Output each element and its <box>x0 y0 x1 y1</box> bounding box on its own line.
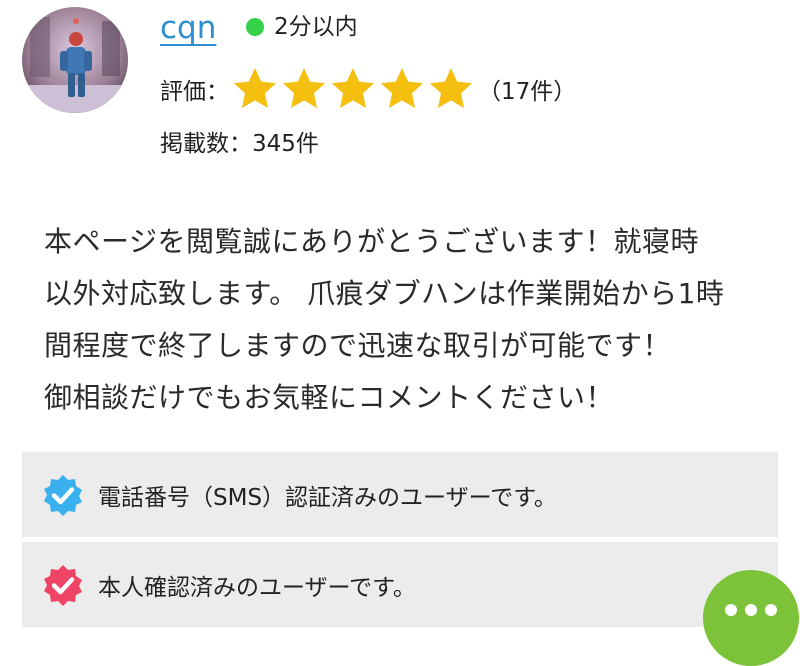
star-icon <box>430 68 472 108</box>
rating-row: 評価： （17件） <box>160 64 576 114</box>
listing-count: 掲載数：345件 <box>160 131 319 157</box>
last-active-text: 2分以内 <box>274 14 358 40</box>
bio-line: 以外対応致します。 爪痕ダブハンは作業開始から1時 <box>44 277 725 310</box>
star-icon <box>332 68 374 108</box>
bio-line: 間程度で終了しますので迅速な取引が可能です！ <box>44 329 672 362</box>
phone-verified-text: 電話番号（SMS）認証済みのユーザーです。 <box>98 484 557 511</box>
star-icon <box>283 68 325 108</box>
identity-verified-badge: 本人確認済みのユーザーです。 <box>22 542 778 627</box>
identity-verified-text: 本人確認済みのユーザーです。 <box>98 574 416 601</box>
bio-line: 御相談だけでもお気軽にコメントください！ <box>44 381 615 414</box>
seller-bio: 本ページを閲覧誠にありがとうございます！就寝時 以外対応致します。 爪痕ダブハン… <box>44 216 784 424</box>
star-icon <box>381 68 423 108</box>
more-actions-button[interactable] <box>703 570 799 666</box>
avatar-image <box>22 7 128 113</box>
rating-stars[interactable] <box>231 65 476 113</box>
seller-username-link[interactable]: cqn <box>160 8 216 48</box>
phone-verified-badge: 電話番号（SMS）認証済みのユーザーです。 <box>22 452 778 537</box>
more-dots-icon <box>725 604 777 616</box>
online-status-dot <box>246 18 264 36</box>
bio-line: 本ページを閲覧誠にありがとうございます！就寝時 <box>44 225 699 258</box>
avatar[interactable] <box>22 7 128 113</box>
review-count-link[interactable]: （17件） <box>478 72 576 106</box>
rating-label: 評価： <box>160 79 229 105</box>
verified-check-icon <box>44 474 82 516</box>
star-icon <box>234 68 276 108</box>
verified-check-icon <box>44 564 82 606</box>
